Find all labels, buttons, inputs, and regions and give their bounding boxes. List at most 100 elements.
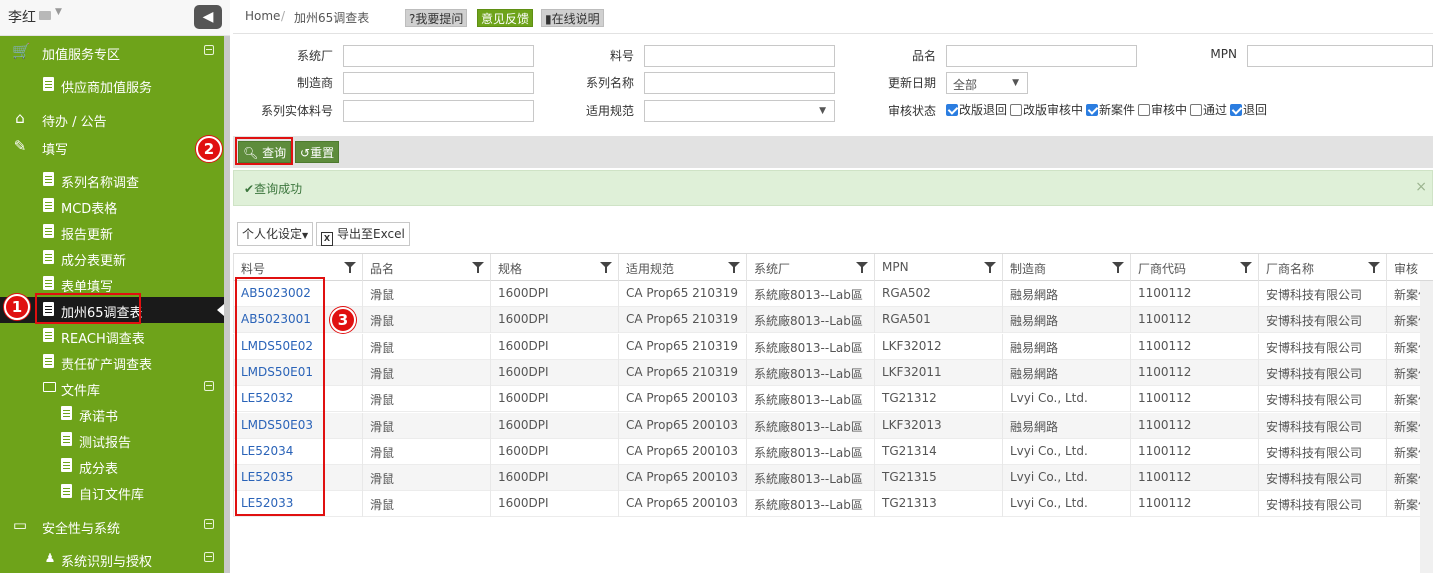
mpn-input[interactable] — [1247, 45, 1433, 67]
ask-question-button[interactable]: ?我要提问 — [405, 9, 468, 27]
column-header[interactable]: 厂商代码 — [1130, 254, 1258, 281]
user-name[interactable]: 李红 — [8, 7, 36, 27]
table-cell: 1100112 — [1130, 359, 1258, 386]
table-scrollbar[interactable] — [1420, 281, 1433, 573]
table-row[interactable]: LMDS50E02 滑鼠 1600DPI CA Prop65 210319 系統廠801… — [233, 333, 1433, 360]
filter-icon[interactable] — [728, 262, 740, 273]
table-row[interactable]: LMDS50E03 滑鼠 1600DPI CA Prop65 200103 系統廠801… — [233, 412, 1433, 439]
table-cell: 安博科技有限公司 — [1258, 465, 1386, 492]
column-header[interactable]: 品名 — [362, 254, 490, 281]
filter-icon[interactable] — [1368, 262, 1380, 273]
status-checkbox-passed[interactable]: 通过 — [1190, 101, 1227, 118]
column-header[interactable]: 系统厂 — [746, 254, 874, 281]
table-cell: 1600DPI — [490, 491, 618, 518]
table-row[interactable]: LE52034 滑鼠 1600DPI CA Prop65 200103 系統廠8013-… — [233, 438, 1433, 465]
personalize-button[interactable]: 个人化设定▼ — [237, 222, 314, 246]
sidebar-section-label: 安全性与系统 — [42, 522, 121, 537]
checkbox-checked-icon[interactable] — [1086, 104, 1098, 116]
checkbox-icon[interactable] — [1138, 104, 1150, 116]
sidebar-item-label: REACH调查表 — [61, 332, 145, 347]
sidebar-scrollbar[interactable] — [224, 36, 230, 573]
sidebar: 李红 ▼ ◀ 🛒 加值服务专区 供应商加值服务 ⌂ 待办 / 公告 ✎ 填写 系… — [0, 0, 230, 573]
sidebar-collapse-button[interactable]: ◀ — [194, 5, 222, 29]
user-icon: ♟ — [44, 551, 56, 565]
sidebar-section-value-added[interactable]: 🛒 加值服务专区 — [0, 39, 224, 65]
table-cell: 系統廠8013--Lab區 — [746, 438, 874, 465]
sidebar-section-label: 填写 — [42, 143, 69, 158]
sidebar-item-system-auth[interactable]: ♟ 系统识别与授权 — [0, 546, 224, 572]
filter-icon[interactable] — [472, 262, 484, 273]
column-header[interactable]: MPN — [874, 254, 1002, 281]
manufacturer-input[interactable] — [343, 72, 534, 94]
column-header[interactable]: 厂商名称 — [1258, 254, 1386, 281]
feedback-button[interactable]: 意见反馈 — [477, 9, 534, 27]
table-row[interactable]: LE52032 滑鼠 1600DPI CA Prop65 200103 系統廠8013-… — [233, 386, 1433, 413]
status-checkbox-returned[interactable]: 退回 — [1230, 101, 1267, 118]
product-name-input[interactable] — [946, 45, 1137, 67]
table-row[interactable]: LE52033 滑鼠 1600DPI CA Prop65 200103 系統廠8013-… — [233, 491, 1433, 518]
table-cell: 融易網路 — [1002, 307, 1130, 334]
series-part-input[interactable] — [343, 100, 534, 122]
series-name-label: 系列名称 — [585, 76, 634, 90]
chevron-down-icon[interactable]: ▼ — [55, 7, 62, 17]
breadcrumb-separator: / — [281, 9, 286, 23]
checkbox-checked-icon[interactable] — [1230, 104, 1242, 116]
column-header[interactable]: 规格 — [490, 254, 618, 281]
sidebar-item-label: 成分表 — [79, 462, 119, 477]
sidebar-item-library[interactable]: 文件库 — [0, 375, 224, 401]
sidebar-item-reach-survey[interactable]: REACH调查表 — [0, 323, 224, 349]
status-checkbox-revision-returned[interactable]: 改版退回 — [946, 101, 1007, 118]
checkbox-icon[interactable] — [1010, 104, 1022, 116]
status-checkbox-new-case[interactable]: 新案件 — [1086, 101, 1135, 118]
table-cell: 滑鼠 — [362, 491, 490, 518]
filter-icon[interactable] — [344, 262, 356, 273]
series-name-input[interactable] — [644, 72, 835, 94]
sidebar-item-commitment[interactable]: 承诺书 — [0, 401, 224, 427]
filter-icon[interactable] — [1240, 262, 1252, 273]
table-row[interactable]: AB5023001 滑鼠 1600DPI CA Prop65 210319 系統廠801… — [233, 307, 1433, 334]
collapse-toggle-icon[interactable] — [204, 45, 214, 55]
filter-icon[interactable] — [1112, 262, 1124, 273]
undo-icon: ↺ — [300, 146, 311, 160]
export-label: 导出至Excel — [337, 227, 405, 241]
filter-icon[interactable] — [856, 262, 868, 273]
checkbox-checked-icon[interactable] — [946, 104, 958, 116]
sidebar-item-mcd[interactable]: MCD表格 — [0, 193, 224, 219]
sidebar-item-report-update[interactable]: 报告更新 — [0, 219, 224, 245]
collapse-toggle-icon[interactable] — [204, 519, 214, 529]
checkbox-icon[interactable] — [1190, 104, 1202, 116]
sidebar-item-test-report[interactable]: 测试报告 — [0, 427, 224, 453]
sidebar-section-fill[interactable]: ✎ 填写 — [0, 134, 224, 160]
column-header[interactable]: 审核 — [1386, 254, 1433, 281]
part-no-input[interactable] — [644, 45, 835, 67]
reset-button[interactable]: ↺重置 — [295, 141, 340, 163]
sidebar-item-supplier-vas[interactable]: 供应商加值服务 — [0, 72, 224, 98]
sidebar-item-series-survey[interactable]: 系列名称调查 — [0, 167, 224, 193]
table-row[interactable]: LE52035 滑鼠 1600DPI CA Prop65 200103 系統廠8013-… — [233, 465, 1433, 492]
system-factory-input[interactable] — [343, 45, 534, 67]
update-date-select[interactable]: 全部 ▼ — [946, 72, 1028, 94]
status-checkbox-revision-reviewing[interactable]: 改版审核中 — [1010, 101, 1083, 118]
sidebar-item-composition-update[interactable]: 成分表更新 — [0, 245, 224, 271]
table-row[interactable]: LMDS50E01 滑鼠 1600DPI CA Prop65 210319 系統廠801… — [233, 359, 1433, 386]
sidebar-item-conflict-minerals[interactable]: 责任矿产调查表 — [0, 349, 224, 375]
export-excel-button[interactable]: X 导出至Excel — [316, 222, 410, 246]
sidebar-section-todo[interactable]: ⌂ 待办 / 公告 — [0, 106, 224, 132]
online-help-button[interactable]: ▮在线说明 — [541, 9, 604, 27]
filter-icon[interactable] — [984, 262, 996, 273]
breadcrumb-home[interactable]: Home — [245, 9, 280, 23]
table-row[interactable]: AB5023002 滑鼠 1600DPI CA Prop65 210319 系統廠801… — [233, 281, 1433, 307]
column-header[interactable]: 制造商 — [1002, 254, 1130, 281]
sidebar-item-composition[interactable]: 成分表 — [0, 453, 224, 479]
column-header-label: 适用规范 — [626, 262, 675, 276]
column-header[interactable]: 适用规范 — [618, 254, 746, 281]
filter-icon[interactable] — [600, 262, 612, 273]
mail-icon[interactable] — [39, 11, 51, 20]
applicable-spec-select[interactable]: ▼ — [644, 100, 835, 122]
close-icon[interactable]: × — [1415, 179, 1427, 195]
collapse-toggle-icon[interactable] — [204, 381, 214, 391]
sidebar-item-custom-docs[interactable]: 自订文件库 — [0, 479, 224, 505]
sidebar-section-security[interactable]: ▭ 安全性与系统 — [0, 513, 224, 539]
collapse-toggle-icon[interactable] — [204, 552, 214, 562]
status-checkbox-reviewing[interactable]: 审核中 — [1138, 101, 1187, 118]
